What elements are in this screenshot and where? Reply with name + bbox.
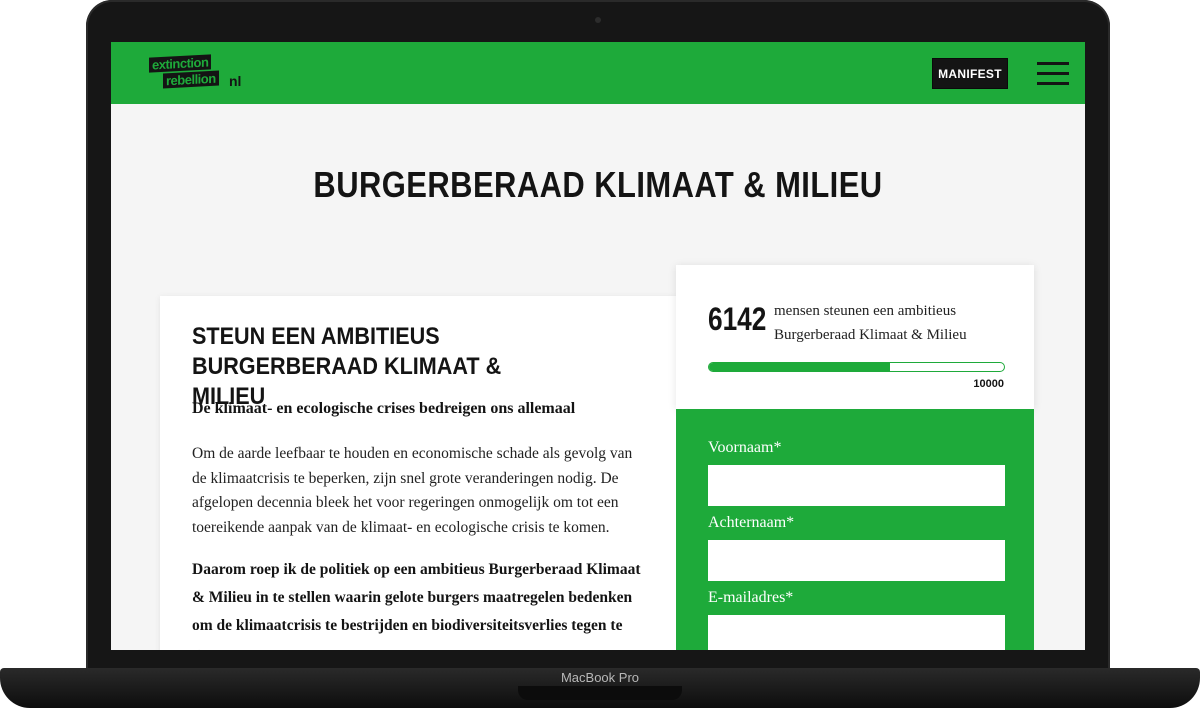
- signature-count: 6142: [708, 301, 767, 337]
- site-logo[interactable]: extinction rebellion nl: [149, 54, 245, 90]
- page-title: BURGERBERAAD KLIMAAT & MILIEU: [313, 164, 883, 205]
- first-name-field[interactable]: [708, 465, 1005, 506]
- signature-goal: 10000: [973, 378, 1004, 390]
- article-body: Om de aarde leefbaar te houden en econom…: [192, 445, 633, 536]
- article-subheading: De klimaat- en ecologische crises bedrei…: [192, 400, 576, 417]
- article-card: STEUN EEN AMBITIEUS BURGERBERAAD KLIMAAT…: [160, 296, 676, 650]
- logo-line-2: rebellion: [163, 70, 219, 89]
- email-label: E-mailadres*: [708, 589, 794, 606]
- hamburger-menu-icon[interactable]: [1037, 62, 1069, 86]
- last-name-label: Achternaam*: [708, 514, 795, 531]
- signup-form: Voornaam* Achternaam* E-mailadres*: [676, 409, 1034, 650]
- article-heading: STEUN EEN AMBITIEUS BURGERBERAAD KLIMAAT…: [192, 323, 502, 410]
- device-brand-label: MacBook Pro: [560, 670, 640, 685]
- site-header: extinction rebellion nl MANIFEST: [111, 42, 1085, 104]
- article-call-to-action: Daarom roep ik de politiek op een ambiti…: [192, 561, 641, 650]
- signature-progress-bar: [708, 362, 1005, 372]
- manifest-button[interactable]: MANIFEST: [932, 58, 1008, 89]
- menu-bar: [1037, 62, 1069, 65]
- signature-counter-card: 6142 mensen steunen een ambitieus Burger…: [676, 265, 1034, 409]
- browser-viewport: extinction rebellion nl MANIFEST BURGERB…: [111, 42, 1085, 650]
- logo-suffix: nl: [229, 73, 242, 89]
- laptop-notch: [518, 686, 682, 700]
- last-name-field[interactable]: [708, 540, 1005, 581]
- first-name-label: Voornaam*: [708, 439, 782, 456]
- menu-bar: [1037, 82, 1069, 85]
- email-field[interactable]: [708, 615, 1005, 650]
- camera-icon: [595, 17, 601, 23]
- menu-bar: [1037, 72, 1069, 75]
- logo-line-1: extinction: [149, 54, 212, 73]
- signature-count-text: mensen steunen een ambitieus Burgerberaa…: [774, 303, 967, 343]
- signature-progress-fill: [709, 363, 891, 371]
